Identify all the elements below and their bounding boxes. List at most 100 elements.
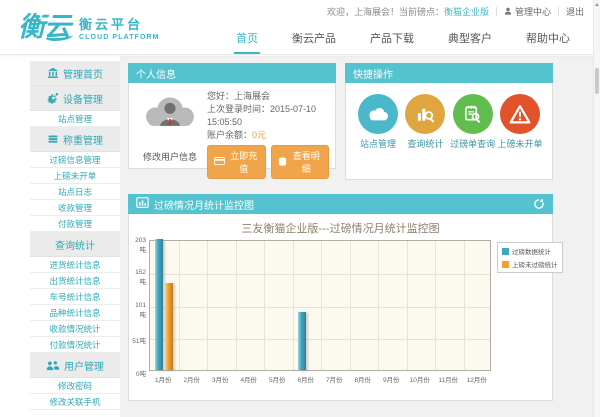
bar-上磅未过磅统计 bbox=[165, 283, 173, 370]
app-header: 衡云 衡云平台 CLOUD PLATFORM 欢迎，上海展会！当前磅点： 衡猫企… bbox=[0, 0, 600, 55]
chart-panel: 过磅情况月统计监控图 三友衡猫企业版---过磅情况月统计监控图 0吨51吨101… bbox=[128, 194, 553, 401]
sidebar-item-label: 站点管理 bbox=[58, 113, 92, 125]
scrollbar-thumb[interactable] bbox=[595, 68, 599, 94]
refresh-icon[interactable] bbox=[533, 198, 545, 210]
sidebar-item-label: 用户管理 bbox=[64, 358, 104, 373]
nav-tab[interactable]: 典型客户 bbox=[446, 27, 494, 54]
sidebar-item-label: 设备管理 bbox=[63, 91, 103, 106]
chart-body: 三友衡猫企业版---过磅情况月统计监控图 0吨51吨101吨152吨203吨 1… bbox=[128, 214, 553, 401]
x-tick-label: 12月份 bbox=[463, 374, 492, 384]
balance-value: 0元 bbox=[252, 130, 266, 140]
view-detail-button[interactable]: 查看明细 bbox=[271, 145, 329, 179]
y-tick-label: 203吨 bbox=[129, 237, 146, 254]
sidebar-item-section[interactable]: 管理首页 bbox=[30, 61, 120, 86]
sidebar-item-link[interactable]: 站点管理 bbox=[30, 111, 120, 127]
profile-info: 您好：上海展会 上次登录时间：2015-07-10 15:05:50 账户余额：… bbox=[203, 90, 329, 163]
profile-panel-header: 个人信息 bbox=[128, 63, 336, 83]
sidebar-item-link[interactable]: 站点日志 bbox=[30, 184, 120, 200]
recharge-button[interactable]: 立即充值 bbox=[207, 145, 266, 179]
gridline bbox=[350, 241, 351, 370]
scrollbar bbox=[593, 0, 600, 417]
bar-过磅数据统计 bbox=[298, 312, 306, 370]
chart-panel-header-left: 过磅情况月统计监控图 bbox=[136, 197, 254, 212]
admin-center-link[interactable]: 管理中心 bbox=[504, 5, 551, 18]
sidebar-item-link[interactable]: 出货统计信息 bbox=[30, 273, 120, 289]
x-tick-label: 6月份 bbox=[292, 374, 321, 384]
sidebar-item-link[interactable]: 修改关联手机 bbox=[30, 394, 120, 410]
quick-action-label: 过磅单查询 bbox=[450, 139, 495, 150]
quick-action[interactable]: 上磅未开单 bbox=[497, 94, 543, 179]
logo-mark: 衡云 bbox=[18, 8, 70, 46]
gridline bbox=[150, 307, 490, 308]
gridline bbox=[378, 241, 379, 370]
x-tick-label: 10月份 bbox=[406, 374, 435, 384]
sidebar-item-link[interactable]: 付款情况统计 bbox=[30, 337, 120, 353]
legend-label: 上磅未过磅统计 bbox=[512, 259, 558, 269]
sidebar-item-link[interactable]: 进货统计信息 bbox=[30, 257, 120, 273]
sidebar-item-label: 收款情况统计 bbox=[49, 323, 100, 335]
chart-legend: 过磅数据统计上磅未过磅统计 bbox=[497, 242, 563, 273]
bar-chart-icon bbox=[136, 197, 149, 211]
chart-plot-area bbox=[149, 240, 491, 371]
sidebar-item-link[interactable]: 收款情况统计 bbox=[30, 321, 120, 337]
sidebar-item-section[interactable]: 用户管理 bbox=[30, 353, 120, 378]
nav-tab[interactable]: 衡云产品 bbox=[290, 27, 338, 54]
divider bbox=[558, 7, 559, 16]
sidebar-item-link[interactable]: 品种统计信息 bbox=[30, 305, 120, 321]
balance-line: 账户余额：0元 bbox=[207, 129, 329, 142]
gridline bbox=[435, 241, 436, 370]
topbar: 欢迎，上海展会！当前磅点： 衡猫企业版 管理中心 退出 bbox=[327, 5, 584, 18]
sidebar-item-label: 付款管理 bbox=[58, 218, 92, 230]
sidebar-item-section[interactable]: 设备管理 bbox=[30, 86, 120, 111]
gridline bbox=[464, 241, 465, 370]
sidebar-item-link[interactable]: 过磅信息管理 bbox=[30, 152, 120, 168]
nav-tab[interactable]: 首页 bbox=[234, 27, 260, 54]
sidebar-item-label: 过磅信息管理 bbox=[49, 154, 100, 166]
sidebar-item-link[interactable]: 上磅未开单 bbox=[30, 168, 120, 184]
quick-action[interactable]: 过磅单查询 bbox=[450, 94, 496, 179]
quick-actions-header: 快捷操作 bbox=[345, 63, 553, 83]
content: 管理首页设备管理站点管理称重管理过磅信息管理上磅未开单站点日志收款管理付款管理查… bbox=[0, 56, 600, 417]
logo: 衡云 衡云平台 CLOUD PLATFORM bbox=[18, 8, 160, 46]
sidebar-item-link[interactable]: 付款管理 bbox=[30, 216, 120, 232]
profile-panel-body: 修改用户信息 您好：上海展会 上次登录时间：2015-07-10 15:05:5… bbox=[128, 83, 336, 169]
profile-buttons: 立即充值 查看明细 bbox=[207, 145, 329, 179]
quick-actions-panel: 快捷操作 站点管理查询统计过磅单查询上磅未开单 bbox=[345, 63, 553, 180]
recharge-button-label: 立即充值 bbox=[228, 149, 259, 175]
sidebar-item-label: 收款管理 bbox=[58, 202, 92, 214]
greeting-text: 您好：上海展会 bbox=[207, 90, 329, 103]
current-site-link[interactable]: 衡猫企业版 bbox=[444, 5, 489, 18]
doc-search-icon bbox=[453, 94, 493, 134]
legend-swatch bbox=[502, 248, 509, 255]
quick-action-label: 查询统计 bbox=[407, 139, 443, 150]
sidebar-item-link[interactable]: 车号统计信息 bbox=[30, 289, 120, 305]
quick-action[interactable]: 查询统计 bbox=[402, 94, 448, 179]
y-tick-label: 0吨 bbox=[129, 368, 146, 378]
bar-过磅数据统计 bbox=[155, 239, 163, 370]
last-login-label: 上次登录时间： bbox=[207, 104, 270, 114]
edit-user-info-link[interactable]: 修改用户信息 bbox=[143, 150, 197, 163]
last-login-line: 上次登录时间：2015-07-10 15:05:50 bbox=[207, 103, 329, 129]
x-tick-label: 11月份 bbox=[434, 374, 463, 384]
quick-action[interactable]: 站点管理 bbox=[355, 94, 401, 179]
gears-icon bbox=[47, 92, 59, 104]
sidebar-item-link[interactable]: 修改密码 bbox=[30, 378, 120, 394]
sidebar-item-section[interactable]: 查询统计 bbox=[30, 232, 120, 257]
logout-link[interactable]: 退出 bbox=[566, 5, 584, 18]
x-tick-label: 3月份 bbox=[206, 374, 235, 384]
nav-tab[interactable]: 帮助中心 bbox=[524, 27, 572, 54]
sidebar-item-label: 付款情况统计 bbox=[49, 339, 100, 351]
sidebar-item-label: 管理首页 bbox=[63, 66, 103, 81]
quick-action-label: 上磅未开单 bbox=[497, 139, 542, 150]
legend-entry: 过磅数据统计 bbox=[502, 246, 558, 256]
gridline bbox=[321, 241, 322, 370]
scrollbar-up-arrow[interactable] bbox=[594, 0, 600, 9]
chart-search-icon bbox=[405, 94, 445, 134]
sidebar-item-link[interactable]: 收款管理 bbox=[30, 200, 120, 216]
sidebar: 管理首页设备管理站点管理称重管理过磅信息管理上磅未开单站点日志收款管理付款管理查… bbox=[30, 61, 120, 410]
admin-center-label: 管理中心 bbox=[515, 5, 551, 18]
sidebar-item-section[interactable]: 称重管理 bbox=[30, 127, 120, 152]
gridline bbox=[264, 241, 265, 370]
sidebar-item-label: 修改关联手机 bbox=[49, 396, 100, 408]
nav-tab[interactable]: 产品下载 bbox=[368, 27, 416, 54]
